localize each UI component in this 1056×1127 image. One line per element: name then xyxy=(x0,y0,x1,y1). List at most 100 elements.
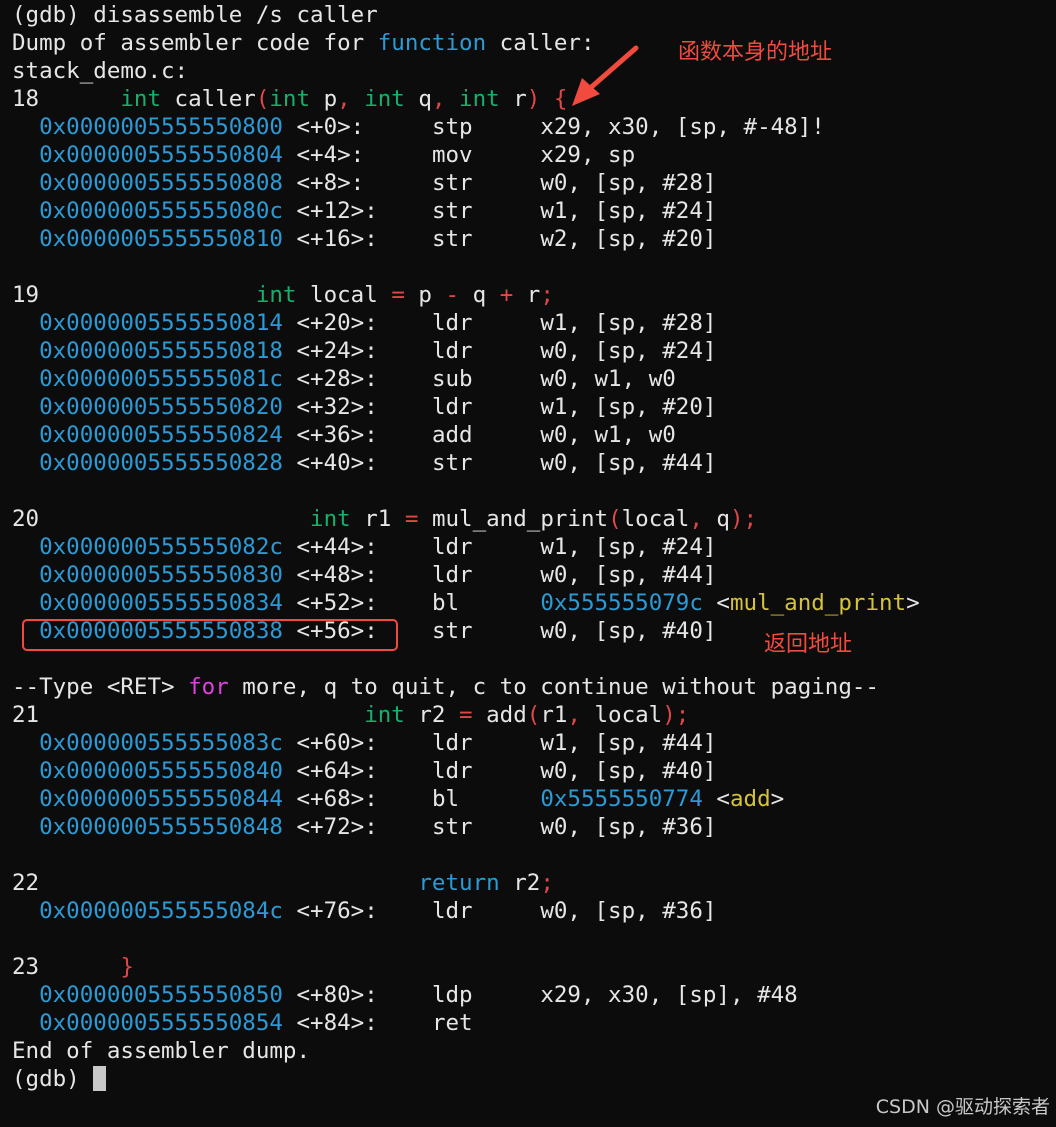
instr-mnemonic: ldp xyxy=(431,982,541,1008)
instr-operands: x29, x30, [sp, #-48]! xyxy=(540,114,825,140)
keyword-function: function xyxy=(377,30,487,56)
return-address-highlight xyxy=(22,619,398,651)
instr-operands: w2, [sp, #20] xyxy=(540,226,717,252)
instr-mnemonic: ldr xyxy=(431,898,541,924)
instr-operands: w0, [sp, #40] xyxy=(540,618,717,644)
instr-mnemonic: str xyxy=(431,170,541,196)
instr-address: 0x000000555555080c xyxy=(39,198,283,224)
instr-address: 0x0000005555550800 xyxy=(39,114,283,140)
command-line: (gdb) disassemble /s caller xyxy=(12,1,378,29)
source-line-23: 23 } xyxy=(12,954,134,980)
cursor-block-icon xyxy=(93,1066,107,1091)
final-prompt-line[interactable]: (gdb) xyxy=(12,1065,107,1093)
watermark: CSDN @驱动探索者 xyxy=(875,1096,1050,1118)
asm-line: 0x0000005555550820 <+32>: ldr w1, [sp, #… xyxy=(39,394,717,420)
instr-operands: x29, x30, [sp], #48 xyxy=(540,982,798,1008)
instr-mnemonic: bl xyxy=(431,786,541,812)
asm-line: 0x0000005555550800 <+0>: stp x29, x30, [… xyxy=(39,114,825,140)
instr-mnemonic: str xyxy=(431,450,541,476)
instr-mnemonic: ldr xyxy=(431,758,541,784)
instr-address: 0x000000555555083c xyxy=(39,730,283,756)
instr-mnemonic: ldr xyxy=(431,534,541,560)
instr-operands: w1, [sp, #24] xyxy=(540,198,717,224)
instr-mnemonic: ldr xyxy=(431,338,541,364)
source-line-20: 20 int r1 = mul_and_print(local, q); xyxy=(12,506,758,532)
instr-mnemonic: ret xyxy=(431,1010,473,1036)
instr-address: 0x0000005555550854 xyxy=(39,1010,283,1036)
asm-line: 0x000000555555083c <+60>: ldr w1, [sp, #… xyxy=(39,730,717,756)
asm-line: 0x000000555555080c <+12>: str w1, [sp, #… xyxy=(39,198,717,224)
instr-mnemonic: sub xyxy=(431,366,541,392)
instr-mnemonic: ldr xyxy=(431,562,541,588)
source-lineno: 22 xyxy=(12,870,40,896)
instr-address: 0x0000005555550848 xyxy=(39,814,283,840)
asm-line: 0x0000005555550844 <+68>: bl 0x555555077… xyxy=(39,786,785,812)
instr-operands: w0, [sp, #24] xyxy=(540,338,717,364)
gdb-prompt: (gdb) xyxy=(12,2,80,28)
instr-mnemonic: add xyxy=(431,422,541,448)
instr-operands: w0, [sp, #40] xyxy=(540,758,717,784)
instr-address: 0x0000005555550850 xyxy=(39,982,283,1008)
instr-address: 0x0000005555550804 xyxy=(39,142,283,168)
instr-operands: w0, w1, w0 xyxy=(540,366,676,392)
instr-operands: w0, [sp, #44] xyxy=(540,450,717,476)
instr-mnemonic: ldr xyxy=(431,730,541,756)
asm-line: 0x0000005555550804 <+4>: mov x29, sp xyxy=(39,142,636,168)
instr-address: 0x0000005555550834 xyxy=(39,590,283,616)
asm-line: 0x0000005555550854 <+84>: ret xyxy=(39,1010,473,1036)
instr-address: 0x0000005555550840 xyxy=(39,758,283,784)
branch-symbol: mul_and_print xyxy=(729,590,907,616)
source-line-19: 19 int local = p - q + r; xyxy=(12,282,554,308)
instr-mnemonic: str xyxy=(431,198,541,224)
instr-mnemonic: ldr xyxy=(431,394,541,420)
source-file-label: stack_demo.c: xyxy=(12,58,189,84)
command-text: disassemble /s caller xyxy=(79,2,378,28)
instr-address: 0x000000555555084c xyxy=(39,898,283,924)
asm-line: 0x0000005555550824 <+36>: add w0, w1, w0 xyxy=(39,422,676,448)
asm-line: 0x0000005555550840 <+64>: ldr w0, [sp, #… xyxy=(39,758,717,784)
asm-line: 0x0000005555550808 <+8>: str w0, [sp, #2… xyxy=(39,170,717,196)
instr-address: 0x0000005555550814 xyxy=(39,310,283,336)
instr-operands: w0, w1, w0 xyxy=(540,422,676,448)
asm-line: 0x0000005555550810 <+16>: str w2, [sp, #… xyxy=(39,226,717,252)
instr-mnemonic: str xyxy=(431,618,541,644)
instr-mnemonic: str xyxy=(431,226,541,252)
function-address-annotation: 函数本身的地址 xyxy=(678,40,833,65)
asm-line: 0x0000005555550818 <+24>: ldr w0, [sp, #… xyxy=(39,338,717,364)
instr-mnemonic: bl xyxy=(431,590,541,616)
instr-operands: w0, [sp, #36] xyxy=(540,898,717,924)
dump-header: Dump of assembler code for function call… xyxy=(12,30,595,56)
asm-line: 0x0000005555550848 <+72>: str w0, [sp, #… xyxy=(39,814,717,840)
source-lineno: 21 xyxy=(12,702,40,728)
instr-operands: w0, [sp, #44] xyxy=(540,562,717,588)
asm-line: 0x000000555555084c <+76>: ldr w0, [sp, #… xyxy=(39,898,717,924)
instr-operands: w1, [sp, #20] xyxy=(540,394,717,420)
instr-operands: w0, [sp, #36] xyxy=(540,814,717,840)
source-lineno: 19 xyxy=(12,282,40,308)
asm-line: 0x0000005555550830 <+48>: ldr w0, [sp, #… xyxy=(39,562,717,588)
instr-address: 0x0000005555550818 xyxy=(39,338,283,364)
instr-mnemonic: ldr xyxy=(431,310,541,336)
branch-symbol: add xyxy=(729,786,771,812)
return-address-annotation: 返回地址 xyxy=(764,632,853,657)
gdb-prompt: (gdb) xyxy=(12,1066,94,1092)
source-lineno: 23 xyxy=(12,954,40,980)
gdb-terminal[interactable]: (gdb) disassemble /s caller Dump of asse… xyxy=(0,0,1056,1127)
source-line-18: 18 int caller(int p, int q, int r) { xyxy=(12,86,568,112)
instr-address: 0x0000005555550808 xyxy=(39,170,283,196)
asm-line: 0x000000555555081c <+28>: sub w0, w1, w0 xyxy=(39,366,676,392)
source-lineno: 20 xyxy=(12,506,40,532)
instr-address: 0x000000555555082c xyxy=(39,534,283,560)
instr-address: 0x0000005555550828 xyxy=(39,450,283,476)
instr-operands: w1, [sp, #44] xyxy=(540,730,717,756)
instr-address: 0x0000005555550810 xyxy=(39,226,283,252)
source-line-22: 22 return r2; xyxy=(12,870,554,896)
instr-mnemonic: stp xyxy=(431,114,541,140)
instr-operands: w1, [sp, #28] xyxy=(540,310,717,336)
instr-address: 0x0000005555550830 xyxy=(39,562,283,588)
instr-address: 0x0000005555550820 xyxy=(39,394,283,420)
instr-address: 0x0000005555550824 xyxy=(39,422,283,448)
asm-line: 0x0000005555550850 <+80>: ldp x29, x30, … xyxy=(39,982,798,1008)
annotation-arrow-icon xyxy=(572,45,639,106)
asm-line: 0x0000005555550828 <+40>: str w0, [sp, #… xyxy=(39,450,717,476)
